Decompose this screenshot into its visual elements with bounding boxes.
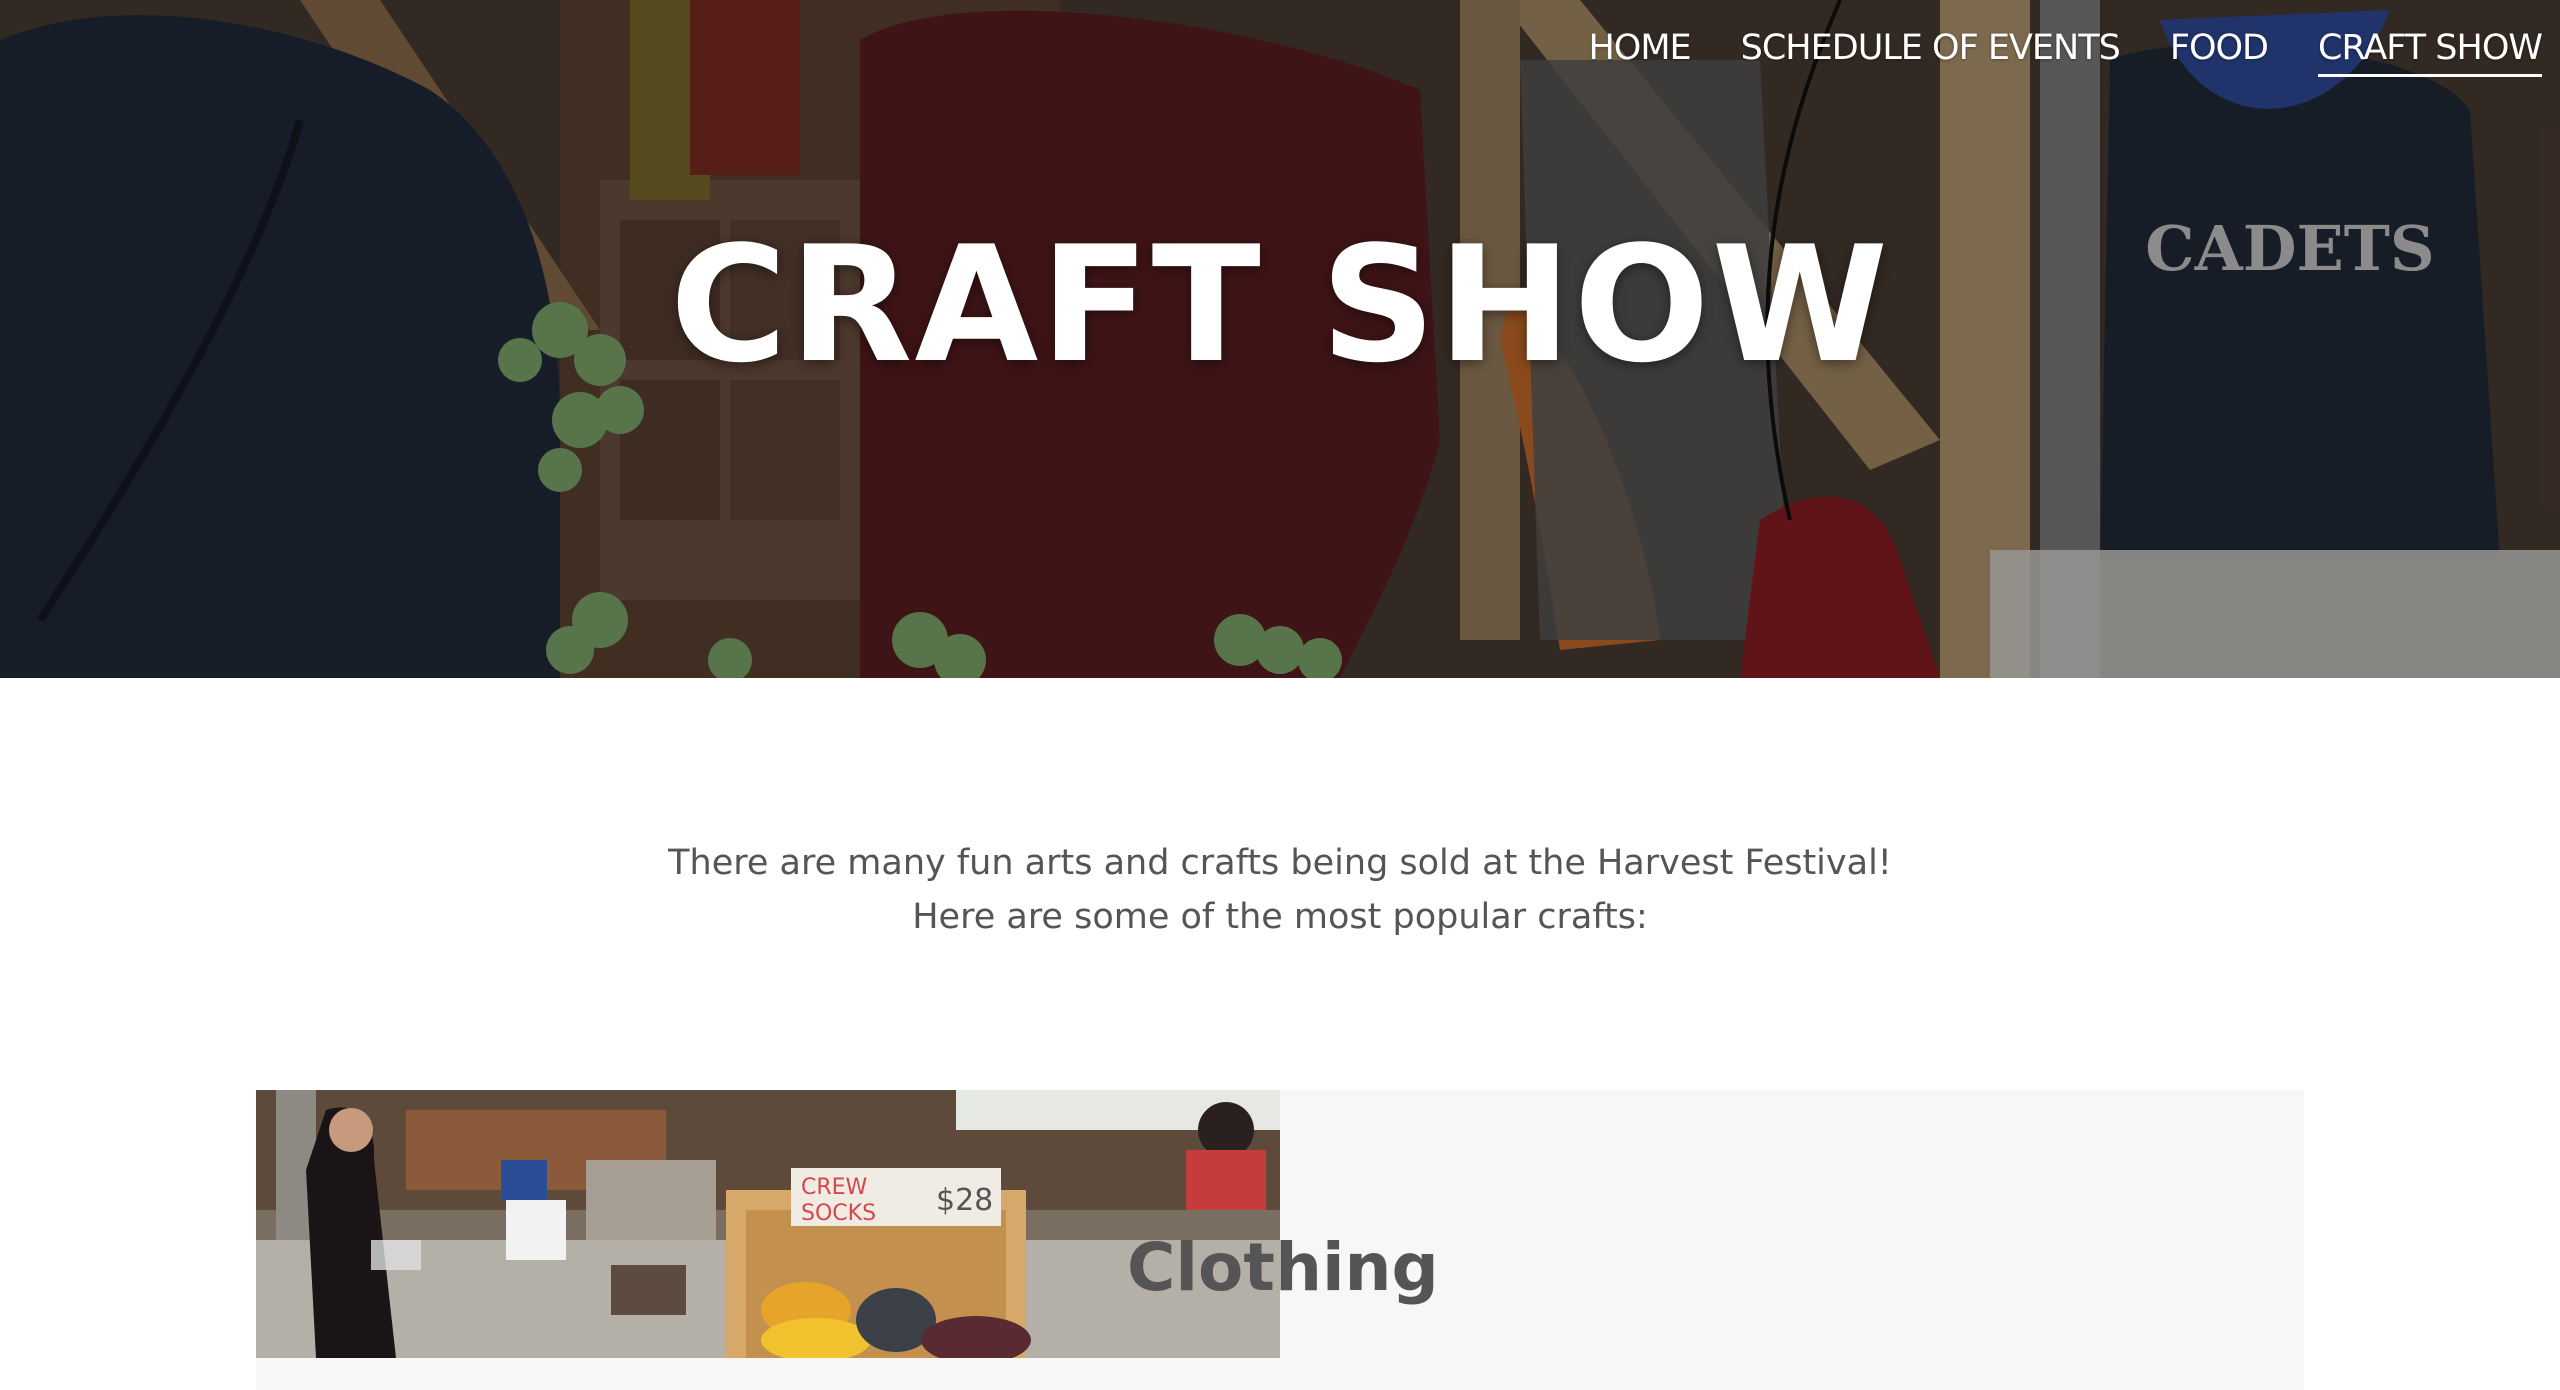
nav-item-craft-show[interactable]: CRAFT SHOW: [2318, 22, 2543, 77]
intro-text: There are many fun arts and crafts being…: [0, 836, 2560, 944]
nav-item-food[interactable]: FOOD: [2170, 22, 2269, 74]
intro-line-2: Here are some of the most popular crafts…: [912, 897, 1648, 937]
hero-banner: CADETS HOME SCHEDULE OF EVENTS FOOD CRAF…: [0, 0, 2560, 678]
main-nav: HOME SCHEDULE OF EVENTS FOOD CRAFT SHOW: [1588, 22, 2543, 77]
photo-sign-crew: CREW: [801, 1175, 868, 1200]
photo-sign-socks: SOCKS: [801, 1201, 876, 1226]
craft-card-title: Clothing: [1127, 1229, 1439, 1306]
page-title: CRAFT SHOW: [669, 211, 1891, 398]
intro-line-1: There are many fun arts and crafts being…: [668, 843, 1892, 883]
nav-item-home[interactable]: HOME: [1588, 22, 1691, 74]
nav-item-schedule-of-events[interactable]: SCHEDULE OF EVENTS: [1741, 22, 2121, 74]
craft-card-photo: CREW SOCKS $28: [256, 1090, 1280, 1358]
photo-sign-price: $28: [936, 1183, 993, 1218]
